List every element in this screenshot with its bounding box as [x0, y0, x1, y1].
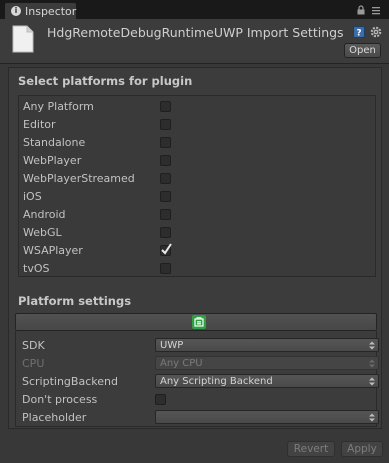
platform-label: Android — [23, 208, 66, 221]
list-item: tvOS — [23, 260, 373, 278]
platform-checkbox[interactable] — [160, 173, 171, 184]
inspector-header: HdgRemoteDebugRuntimeUWP Import Settings… — [0, 19, 389, 63]
revert-button[interactable]: Revert — [287, 441, 335, 457]
tab-inspector[interactable]: i Inspector — [4, 2, 77, 19]
placeholder-dropdown[interactable] — [155, 410, 379, 424]
list-item: WebGL — [23, 224, 373, 242]
platform-label: Standalone — [23, 136, 86, 149]
platform-checkbox[interactable] — [160, 119, 171, 130]
dropdown-arrows-icon — [369, 413, 375, 422]
platform-label: Any Platform — [23, 100, 94, 113]
platform-label: WebGL — [23, 226, 62, 239]
windows-store-icon[interactable] — [192, 315, 206, 329]
list-item: WebPlayer — [23, 152, 373, 170]
dont-process-row: Don't process — [22, 391, 374, 409]
platform-tab-strip — [15, 313, 377, 331]
section-title-platforms: Select platforms for plugin — [18, 74, 193, 88]
tab-label: Inspector — [25, 5, 77, 18]
menu-icon[interactable] — [371, 5, 381, 15]
sdk-dropdown[interactable]: UWP — [155, 338, 379, 352]
scripting-backend-value: Any Scripting Backend — [160, 376, 273, 387]
sdk-row: SDK UWP — [22, 337, 379, 355]
dropdown-arrows-icon — [369, 377, 375, 386]
list-item: WSAPlayer — [23, 242, 373, 260]
platform-checkbox[interactable] — [160, 191, 171, 202]
platform-checkbox[interactable] — [160, 243, 172, 256]
tab-bar: i Inspector — [0, 0, 389, 19]
dropdown-arrows-icon — [369, 341, 375, 350]
gear-icon[interactable] — [369, 25, 383, 39]
help-icon[interactable]: ? — [353, 26, 365, 38]
cpu-dropdown: Any CPU — [155, 356, 379, 370]
dont-process-checkbox[interactable] — [155, 394, 166, 405]
scripting-backend-dropdown[interactable]: Any Scripting Backend — [155, 374, 379, 388]
open-button[interactable]: Open — [344, 43, 381, 58]
platform-label: Editor — [23, 118, 56, 131]
svg-text:?: ? — [356, 29, 361, 39]
platform-label: WebPlayer — [23, 154, 82, 167]
dont-process-label: Don't process — [22, 393, 98, 406]
list-item: Editor — [23, 116, 373, 134]
divider — [0, 63, 389, 64]
placeholder-label: Placeholder — [22, 411, 87, 424]
list-item: Standalone — [23, 134, 373, 152]
list-item: Any Platform — [23, 98, 373, 116]
list-item: WebPlayerStreamed — [23, 170, 373, 188]
platform-label: iOS — [23, 190, 42, 203]
info-icon: i — [11, 6, 21, 16]
platform-checkbox[interactable] — [160, 101, 171, 112]
platform-label: tvOS — [23, 262, 50, 275]
platform-label: WebPlayerStreamed — [23, 172, 135, 185]
platform-checkbox[interactable] — [160, 263, 171, 274]
placeholder-row: Placeholder — [22, 409, 379, 427]
platform-checkbox[interactable] — [160, 155, 171, 166]
checkmark-icon — [161, 243, 172, 255]
scripting-backend-label: ScriptingBackend — [22, 375, 118, 388]
platform-label: WSAPlayer — [23, 244, 83, 257]
cpu-row: CPU Any CPU — [22, 355, 379, 373]
platform-checkbox[interactable] — [160, 227, 171, 238]
section-title-platform-settings: Platform settings — [18, 294, 132, 308]
scripting-backend-row: ScriptingBackend Any Scripting Backend — [22, 373, 379, 391]
windows-logo-icon — [194, 317, 204, 327]
list-item: Android — [23, 206, 373, 224]
sdk-value: UWP — [160, 340, 184, 351]
plugin-settings-panel: Select platforms for plugin Any Platform… — [8, 67, 382, 429]
platform-checkbox[interactable] — [160, 137, 171, 148]
page-title: HdgRemoteDebugRuntimeUWP Import Settings — [47, 25, 344, 40]
sdk-label: SDK — [22, 339, 45, 352]
cpu-value: Any CPU — [160, 358, 203, 369]
platform-list: Any Platform Editor Standalone WebPlayer… — [18, 95, 376, 277]
platform-settings-body: SDK UWP CPU Any CPU ScriptingBackend Any… — [15, 331, 379, 427]
cpu-label: CPU — [22, 357, 45, 370]
platform-checkbox[interactable] — [160, 209, 171, 220]
dropdown-arrows-icon — [369, 359, 375, 368]
list-item: iOS — [23, 188, 373, 206]
lock-icon[interactable] — [356, 5, 366, 15]
file-icon — [12, 25, 34, 53]
apply-button[interactable]: Apply — [341, 441, 383, 457]
